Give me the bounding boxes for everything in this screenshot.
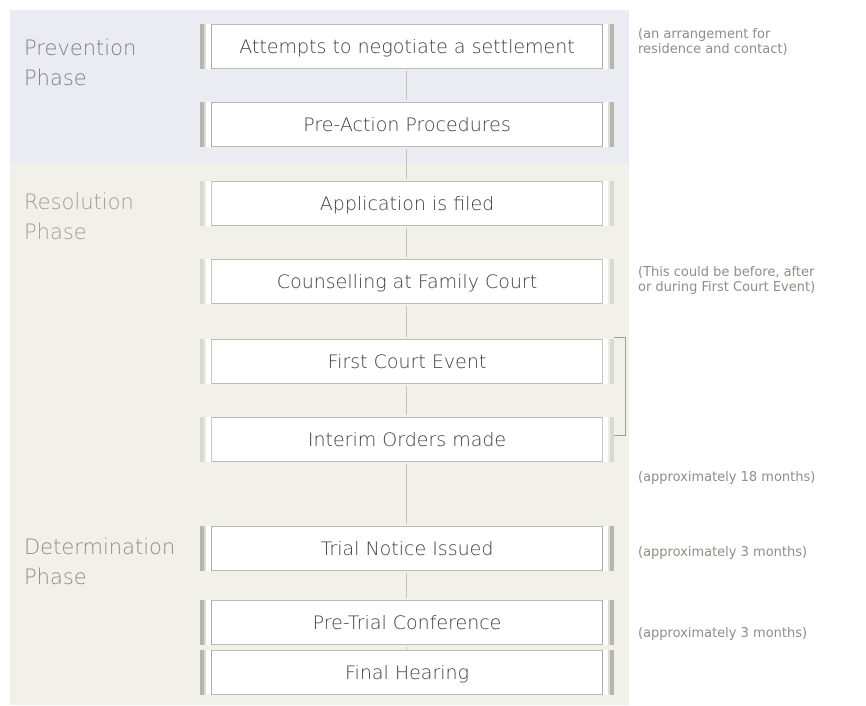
resolution-phase-label: Resolution Phase bbox=[24, 190, 134, 244]
connector-line bbox=[406, 71, 407, 100]
connector-line bbox=[406, 228, 407, 257]
note-counselling-timing: (This could be before, after or during F… bbox=[638, 265, 816, 295]
step-trial-notice-issued: Trial Notice Issued bbox=[200, 526, 614, 571]
note-final-hearing-wait: (approximately 3 months) bbox=[638, 626, 808, 641]
step-first-court-event: First Court Event bbox=[200, 339, 614, 384]
step-interim-orders: Interim Orders made bbox=[200, 417, 614, 462]
connector-line bbox=[406, 149, 407, 179]
note-arrangement: (an arrangement for residence and contac… bbox=[638, 27, 788, 57]
connector-line bbox=[406, 573, 407, 598]
connector-line bbox=[406, 306, 407, 337]
step-pre-trial-conference: Pre-Trial Conference bbox=[200, 600, 614, 645]
note-pretrial-wait: (approximately 3 months) bbox=[638, 545, 808, 560]
step-negotiate-settlement: Attempts to negotiate a settlement bbox=[200, 24, 614, 69]
step-counselling-family-court: Counselling at Family Court bbox=[200, 259, 614, 304]
step-final-hearing: Final Hearing bbox=[200, 650, 614, 695]
connector-line bbox=[406, 386, 407, 415]
note-trial-notice-wait: (approximately 18 months) bbox=[638, 470, 816, 485]
determination-phase-label: Determination Phase bbox=[24, 535, 176, 589]
flowchart-page: { "colors": { "prevention_band": "#ebecf… bbox=[0, 0, 866, 706]
bracket-connector bbox=[614, 337, 626, 436]
step-application-filed: Application is filed bbox=[200, 181, 614, 226]
connector-line bbox=[406, 464, 407, 524]
step-pre-action-procedures: Pre-Action Procedures bbox=[200, 102, 614, 147]
prevention-phase-label: Prevention Phase bbox=[24, 36, 137, 90]
